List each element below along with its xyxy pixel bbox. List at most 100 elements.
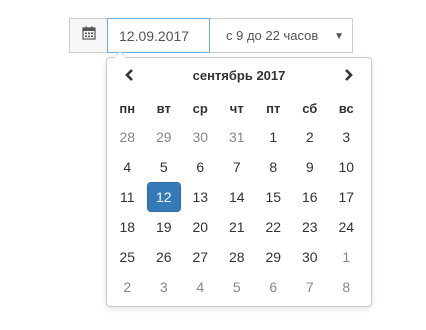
day-cell[interactable]: 15 (255, 182, 292, 212)
day-number: 24 (338, 219, 355, 235)
day-cell[interactable]: 9 (292, 152, 329, 182)
day-cell-other-month[interactable]: 7 (292, 272, 329, 302)
day-number: 6 (269, 279, 278, 295)
day-number: 1 (342, 249, 351, 265)
day-cell[interactable]: 20 (182, 212, 219, 242)
time-range-select-value: с 9 до 22 часов (226, 28, 319, 43)
day-number: 17 (338, 189, 355, 205)
week-row: 28 29 30 31 1 2 3 (109, 122, 365, 152)
day-cell-other-month[interactable]: 5 (219, 272, 256, 302)
weekday-label: чт (229, 100, 244, 116)
day-cell[interactable]: 24 (328, 212, 365, 242)
weekday-label: вт (156, 100, 171, 116)
day-number: 8 (342, 279, 351, 295)
day-cell[interactable]: 28 (219, 242, 256, 272)
day-cell[interactable]: 26 (146, 242, 183, 272)
day-cell[interactable]: 27 (182, 242, 219, 272)
day-number: 23 (301, 219, 318, 235)
time-range-select[interactable]: с 9 до 22 часов ▼ (210, 18, 353, 53)
day-cell[interactable]: 14 (219, 182, 256, 212)
day-number: 14 (228, 189, 245, 205)
day-number: 13 (192, 189, 209, 205)
day-cell-other-month[interactable]: 31 (219, 122, 256, 152)
datepicker-header: сентябрь 2017 (107, 58, 371, 94)
day-number: 18 (119, 219, 136, 235)
month-title[interactable]: сентябрь 2017 (147, 68, 331, 83)
week-row: 18 19 20 21 22 23 24 (109, 212, 365, 242)
day-cell-other-month[interactable]: 2 (109, 272, 146, 302)
day-number: 21 (228, 219, 245, 235)
day-number: 28 (119, 129, 136, 145)
day-number: 20 (192, 219, 209, 235)
day-number: 30 (301, 249, 318, 265)
day-cell[interactable]: 13 (182, 182, 219, 212)
day-cell[interactable]: 10 (328, 152, 365, 182)
day-cell[interactable]: 18 (109, 212, 146, 242)
prev-month-button[interactable] (116, 67, 142, 87)
next-month-button[interactable] (336, 67, 362, 87)
day-number: 2 (305, 129, 314, 145)
week-row: 4 5 6 7 8 9 10 (109, 152, 365, 182)
day-cell[interactable]: 17 (328, 182, 365, 212)
calendar-icon (81, 26, 96, 45)
day-cell[interactable]: 8 (255, 152, 292, 182)
day-cell-other-month[interactable]: 3 (146, 272, 183, 302)
day-number: 5 (159, 159, 168, 175)
day-cell-other-month[interactable]: 1 (328, 242, 365, 272)
day-number: 29 (265, 249, 282, 265)
day-cell[interactable]: 11 (109, 182, 146, 212)
day-cell[interactable]: 23 (292, 212, 329, 242)
day-number: 15 (265, 189, 282, 205)
day-cell[interactable]: 16 (292, 182, 329, 212)
week-row: 11 12 13 14 15 16 17 (109, 182, 365, 212)
week-row: 2 3 4 5 6 7 8 (109, 272, 365, 302)
day-cell[interactable]: 1 (255, 122, 292, 152)
day-cell-other-month[interactable]: 8 (328, 272, 365, 302)
day-number: 2 (123, 279, 132, 295)
weekday-header-row: пн вт ср чт пт сб вс (109, 94, 365, 122)
day-cell[interactable]: 25 (109, 242, 146, 272)
datepicker-dropdown: сентябрь 2017 пн вт ср чт пт сб вс 28 29 3… (106, 51, 372, 307)
day-cell[interactable]: 2 (292, 122, 329, 152)
day-cell[interactable]: 30 (292, 242, 329, 272)
day-cell-other-month[interactable]: 29 (146, 122, 183, 152)
day-cell[interactable]: 22 (255, 212, 292, 242)
day-number: 28 (228, 249, 245, 265)
day-number: 27 (192, 249, 209, 265)
day-number: 31 (228, 129, 245, 145)
day-number: 22 (265, 219, 282, 235)
day-cell[interactable]: 19 (146, 212, 183, 242)
day-number: 25 (119, 249, 136, 265)
days-grid: пн вт ср чт пт сб вс 28 29 30 31 1 2 3 4 5 6 7 8 9 10… (109, 94, 365, 302)
day-number: 9 (305, 159, 314, 175)
day-number: 4 (196, 279, 205, 295)
day-cell[interactable]: 6 (182, 152, 219, 182)
day-number: 11 (119, 189, 135, 205)
day-number: 12 (146, 182, 181, 212)
day-number: 3 (159, 279, 168, 295)
calendar-button[interactable] (69, 18, 107, 53)
day-cell[interactable]: 4 (109, 152, 146, 182)
weekday-label: сб (302, 100, 318, 116)
day-number: 16 (301, 189, 318, 205)
day-cell-selected[interactable]: 12 (146, 182, 183, 212)
weekday-label: пн (119, 100, 136, 116)
date-time-input-group: с 9 до 22 часов ▼ (69, 18, 353, 53)
date-input[interactable] (107, 18, 210, 53)
day-cell[interactable]: 21 (219, 212, 256, 242)
day-cell-other-month[interactable]: 28 (109, 122, 146, 152)
day-number: 10 (338, 159, 355, 175)
week-row: 25 26 27 28 29 30 1 (109, 242, 365, 272)
day-cell-other-month[interactable]: 6 (255, 272, 292, 302)
day-number: 19 (155, 219, 172, 235)
day-cell-other-month[interactable]: 30 (182, 122, 219, 152)
day-cell[interactable]: 3 (328, 122, 365, 152)
day-number: 30 (192, 129, 209, 145)
dropdown-caret-icon: ▼ (334, 31, 344, 42)
weekday-label: пт (266, 100, 281, 116)
day-cell[interactable]: 7 (219, 152, 256, 182)
days-body: 28 29 30 31 1 2 3 4 5 6 7 8 9 10 11 12 13 14 15 16 17 18 19 20 2… (109, 122, 365, 302)
day-cell[interactable]: 5 (146, 152, 183, 182)
day-cell-other-month[interactable]: 4 (182, 272, 219, 302)
day-cell[interactable]: 29 (255, 242, 292, 272)
